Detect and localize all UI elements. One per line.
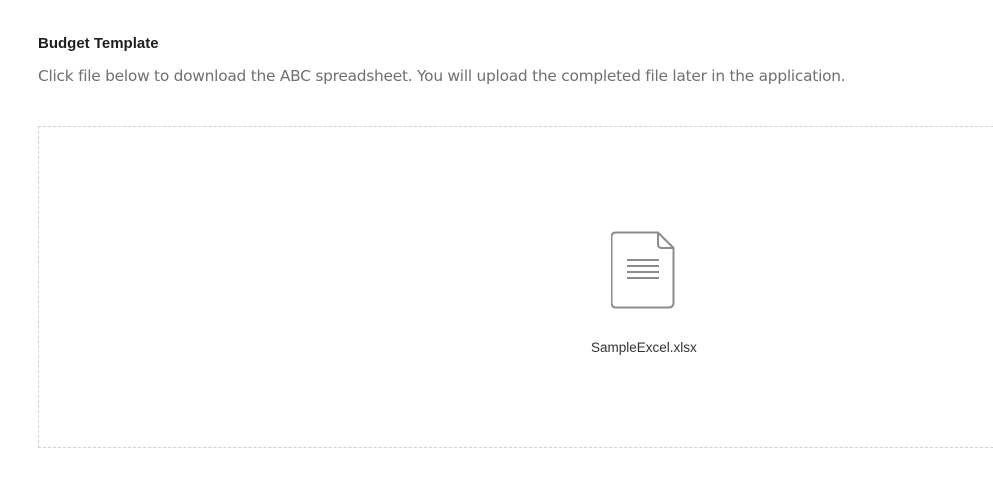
file-download-link[interactable]: SampleExcel.xlsx (591, 231, 731, 361)
file-name-label: SampleExcel.xlsx (591, 340, 697, 355)
budget-template-section: Budget Template Click file below to down… (38, 34, 993, 86)
section-title: Budget Template (38, 35, 159, 52)
section-description: Click file below to download the ABC spr… (38, 67, 846, 85)
document-icon (611, 231, 675, 309)
file-container: SampleExcel.xlsx (38, 126, 993, 448)
